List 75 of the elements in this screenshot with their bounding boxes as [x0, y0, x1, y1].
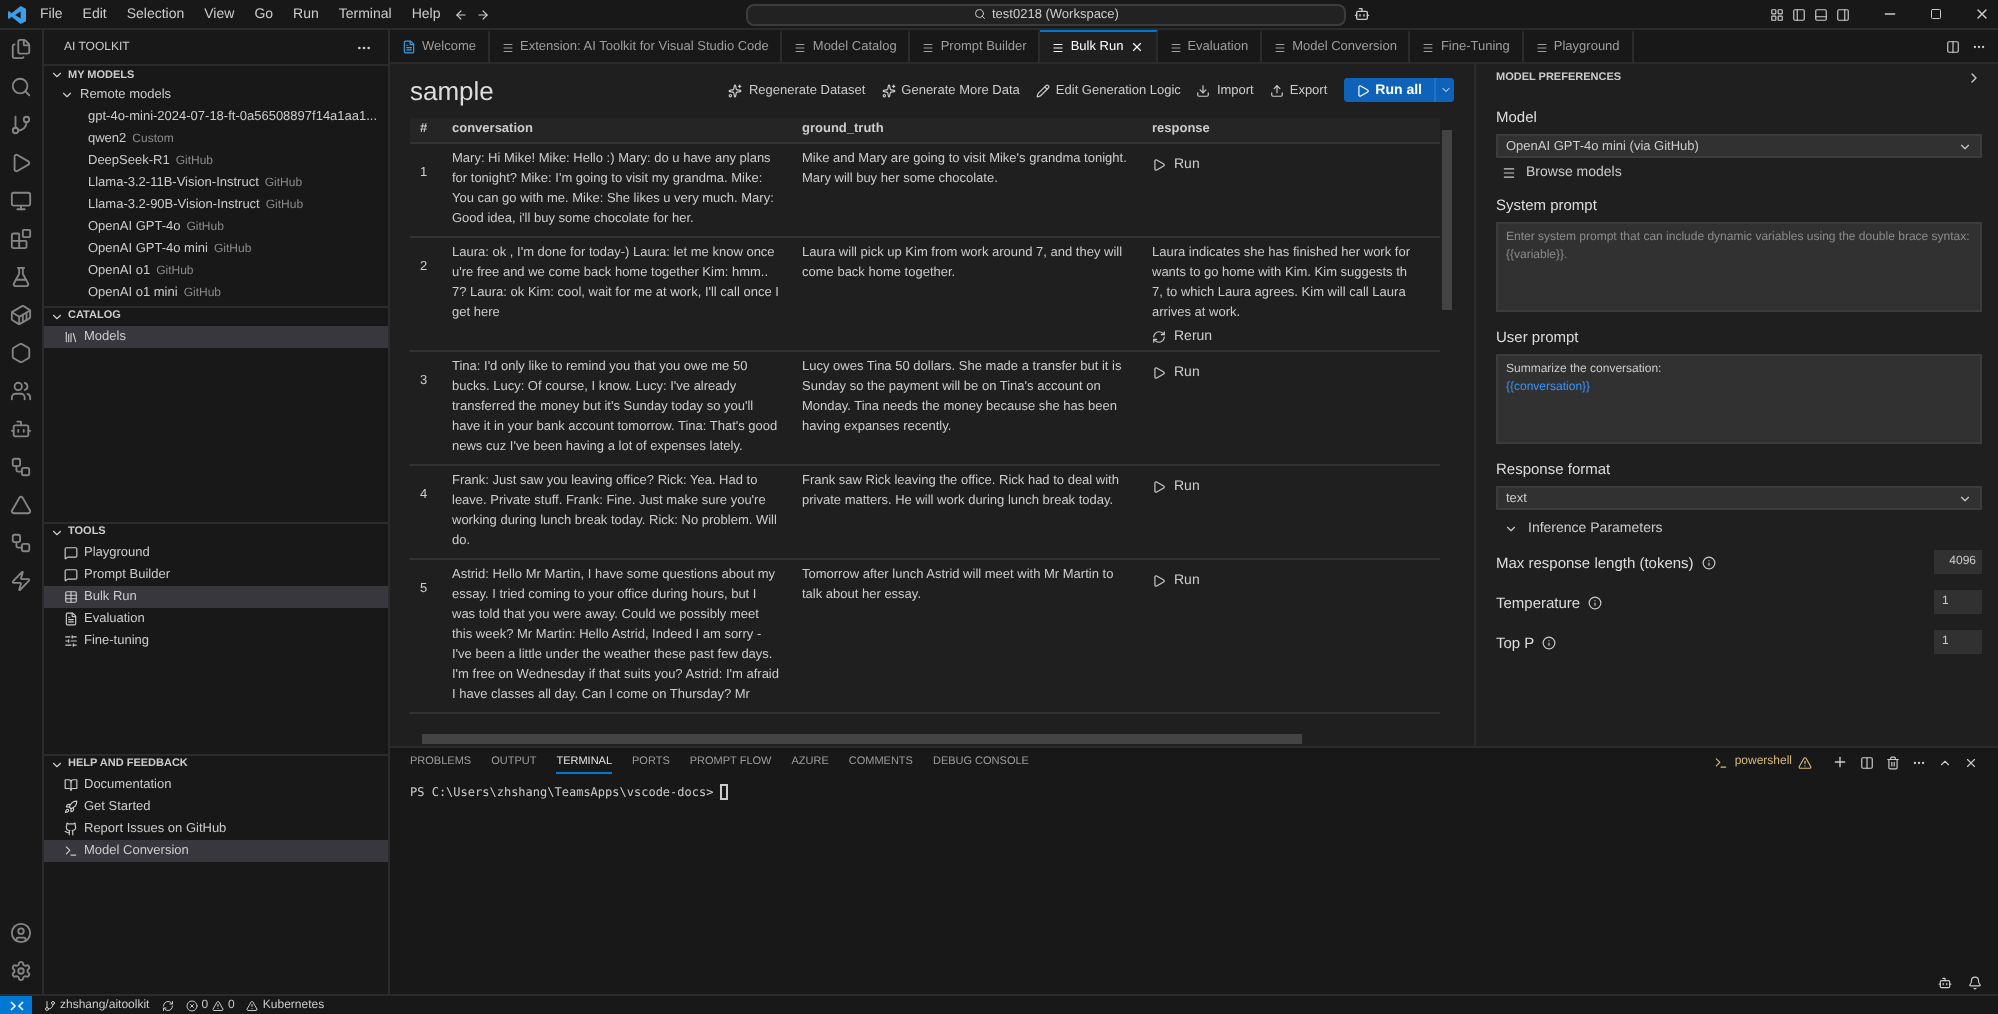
item-icon	[64, 799, 78, 813]
close-icon[interactable]	[1964, 755, 1978, 769]
search-icon[interactable]	[10, 76, 32, 98]
flask-icon[interactable]	[10, 266, 32, 288]
warning-icon	[246, 999, 259, 1011]
panel-bottom-icon[interactable]	[1814, 7, 1828, 21]
notification-icon[interactable]	[1968, 976, 1982, 990]
play-icon	[1152, 366, 1166, 380]
maximize-icon[interactable]	[1930, 8, 1942, 20]
app-logo-icon	[8, 5, 26, 23]
layout-icon[interactable]	[1770, 7, 1784, 21]
chevron-down-icon	[1439, 84, 1451, 96]
info-icon[interactable]	[1588, 595, 1603, 609]
account-icon[interactable]	[10, 922, 32, 944]
run-icon[interactable]	[10, 152, 32, 174]
remote-icon	[9, 999, 23, 1011]
split-editor-icon[interactable]	[1946, 39, 1960, 53]
sync-icon[interactable]	[161, 999, 174, 1011]
action-icon	[1196, 83, 1211, 97]
close-icon[interactable]	[1974, 6, 1990, 22]
panel-right-icon[interactable]	[1836, 7, 1850, 21]
error-icon	[185, 999, 198, 1011]
monitor-icon[interactable]	[10, 190, 32, 212]
item-icon	[64, 567, 78, 581]
maximize-icon[interactable]	[1938, 755, 1952, 769]
container-icon[interactable]	[10, 304, 32, 326]
warning-icon	[212, 999, 225, 1011]
info-icon[interactable]	[1542, 635, 1557, 649]
item-icon	[64, 821, 78, 835]
play-icon	[1152, 158, 1166, 172]
chevron-down-icon	[1958, 139, 1972, 153]
forward-icon[interactable]	[476, 7, 491, 21]
panel-left-icon[interactable]	[1792, 7, 1806, 21]
item-icon	[64, 545, 78, 559]
chevron-down-icon	[50, 525, 64, 539]
remote-button[interactable]	[0, 995, 32, 1014]
action-icon	[1035, 83, 1050, 97]
item-icon	[64, 589, 78, 603]
new-terminal-icon[interactable]	[1832, 754, 1848, 770]
terminal-icon	[1714, 755, 1729, 769]
action-icon	[1269, 83, 1284, 97]
item-icon	[64, 843, 78, 857]
dataset-title: sample	[410, 75, 494, 105]
settings-icon[interactable]	[10, 960, 32, 982]
nodes-icon[interactable]	[10, 532, 32, 554]
triangle-icon[interactable]	[10, 494, 32, 516]
action-icon	[728, 83, 743, 97]
play-icon	[1152, 574, 1166, 588]
chevron-down-icon	[50, 309, 64, 323]
chevron-right-icon[interactable]	[1966, 70, 1982, 86]
play-icon	[1355, 83, 1370, 97]
play-icon	[1152, 480, 1166, 494]
chevron-down-icon	[50, 757, 64, 771]
branch-icon	[44, 999, 56, 1011]
lightning-icon[interactable]	[10, 570, 32, 592]
list-icon	[1502, 166, 1516, 180]
action-icon	[881, 83, 896, 97]
warning-icon	[1798, 755, 1812, 769]
item-icon	[64, 329, 78, 343]
chevron-down-icon	[1958, 491, 1972, 505]
search-icon	[974, 8, 986, 20]
item-icon	[64, 633, 78, 647]
item-icon	[64, 777, 78, 791]
info-icon[interactable]	[1701, 555, 1716, 569]
source-control-icon[interactable]	[10, 114, 32, 136]
chevron-down-icon	[1504, 522, 1518, 536]
item-icon	[64, 611, 78, 625]
terminal-cursor	[719, 784, 728, 800]
rerun-icon	[1152, 330, 1166, 344]
explorer-icon[interactable]	[10, 38, 32, 60]
back-icon[interactable]	[454, 7, 469, 21]
extensions-icon[interactable]	[10, 228, 32, 250]
trash-icon[interactable]	[1886, 755, 1900, 769]
split-icon[interactable]	[1860, 755, 1874, 769]
hexagon-icon[interactable]	[10, 342, 32, 364]
